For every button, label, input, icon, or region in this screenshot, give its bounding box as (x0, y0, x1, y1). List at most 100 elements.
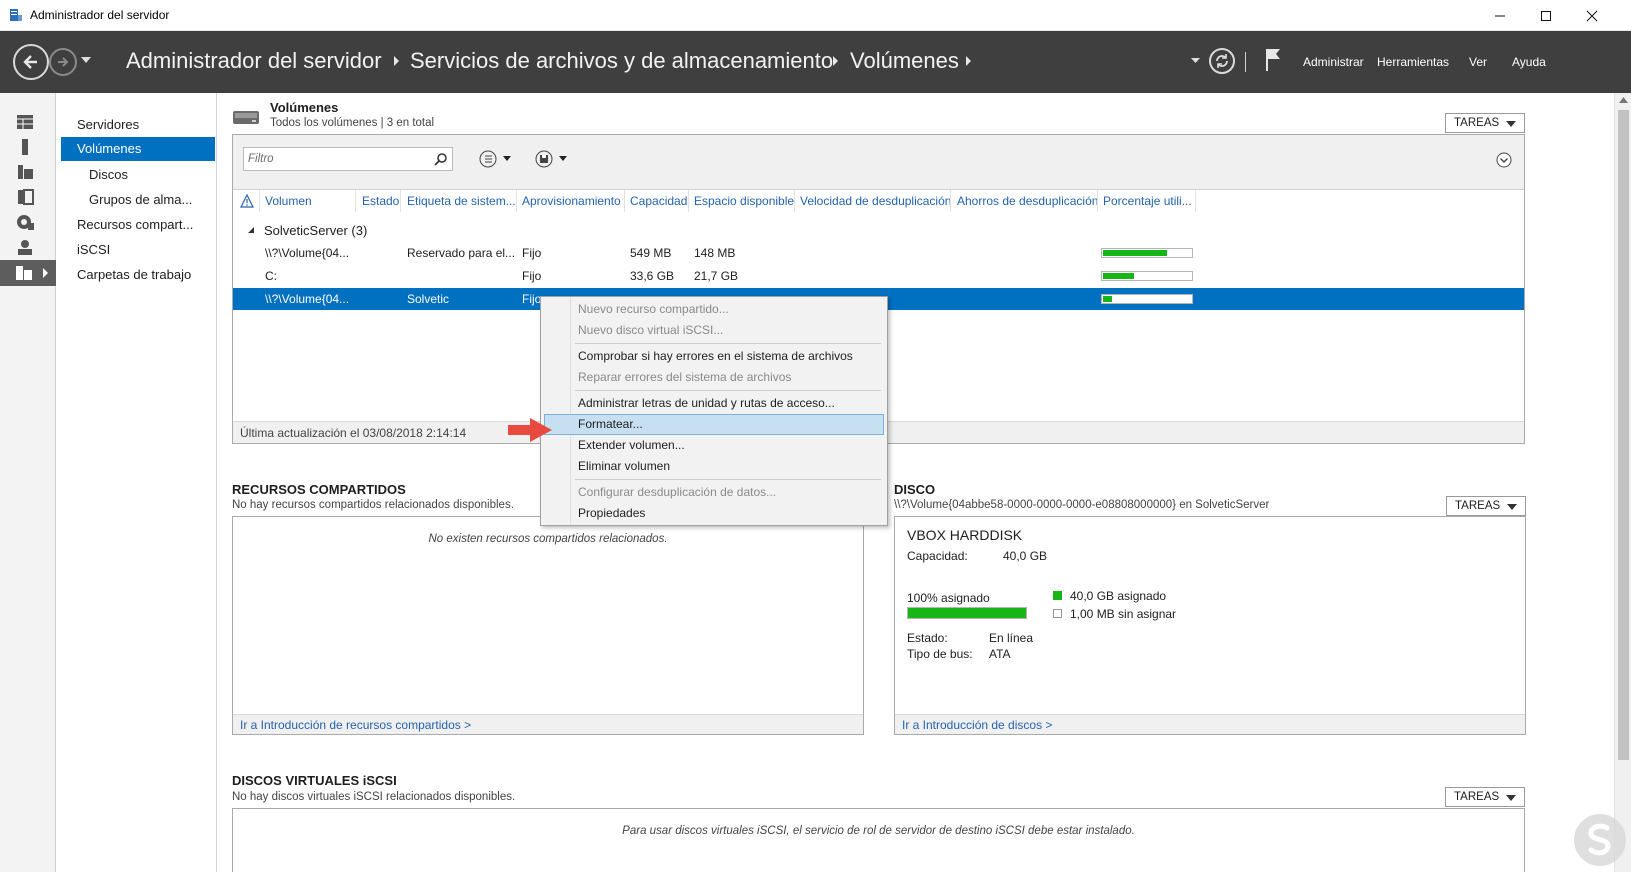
close-icon (1586, 10, 1598, 21)
file-services-icon[interactable] (14, 188, 36, 206)
row-volume: \\?\Volume{04... (265, 292, 350, 306)
menu-administrar[interactable]: Administrar (1303, 55, 1364, 69)
column-aprovisionamiento[interactable]: Aprovisionamiento (522, 194, 621, 208)
ctx-propiedades[interactable]: Propiedades (544, 503, 884, 524)
table-row[interactable]: C: Fijo 33,6 GB 21,7 GB (233, 265, 1524, 287)
volumes-title: Volúmenes (270, 100, 339, 115)
scroll-up-icon[interactable] (1619, 97, 1628, 103)
warning-column-icon[interactable] (240, 194, 254, 208)
ctx-extender-volumen[interactable]: Extender volumen... (544, 435, 884, 456)
storage-icon[interactable] (0, 260, 56, 286)
shares-panel: No existen recursos compartidos relacion… (232, 516, 864, 735)
column-porcentaje-utilizado[interactable]: Porcentaje utili... (1103, 194, 1192, 208)
usage-bar (1101, 248, 1193, 258)
close-button[interactable] (1569, 0, 1615, 31)
disk-capacity-label: Capacidad: (907, 549, 968, 563)
solvetic-logo (1572, 812, 1628, 868)
ctx-nuevo-recurso-compartido[interactable]: Nuevo recurso compartido... (544, 299, 884, 320)
row-capacity: 549 MB (630, 246, 672, 260)
nav-servidores[interactable]: Servidores (57, 113, 215, 137)
menu-ayuda[interactable]: Ayuda (1512, 55, 1546, 69)
row-free-space: 148 MB (694, 246, 736, 260)
collapse-group-icon[interactable] (247, 226, 255, 234)
menu-herramientas[interactable]: Herramientas (1377, 55, 1449, 69)
ctx-reparar-errores[interactable]: Reparar errores del sistema de archivos (544, 367, 884, 388)
breadcrumb-server-manager[interactable]: Administrador del servidor (126, 48, 382, 74)
filter-input[interactable]: Filtro (243, 147, 453, 171)
search-icon[interactable] (434, 152, 448, 166)
column-estado[interactable]: Estado (362, 194, 399, 208)
tasks-label: TAREAS (1454, 791, 1500, 803)
volumes-tasks-dropdown[interactable]: TAREAS (1445, 113, 1525, 133)
forward-arrow-icon (58, 57, 69, 67)
refresh-dropdown-icon[interactable] (1191, 58, 1200, 64)
dashboard-icon[interactable] (14, 113, 36, 131)
minimize-icon (1495, 15, 1505, 16)
navigation-panel: Servidores Volúmenes Discos Grupos de al… (57, 93, 217, 872)
minimize-button[interactable] (1477, 0, 1523, 31)
nav-discos[interactable]: Discos (57, 163, 215, 187)
breadcrumb-separator-icon (833, 56, 838, 66)
save-query-button[interactable] (535, 150, 575, 168)
column-velocidad-desduplicacion[interactable]: Velocidad de desduplicación (800, 194, 951, 208)
all-servers-icon[interactable] (14, 163, 36, 181)
usage-bar (1101, 294, 1193, 304)
back-arrow-icon (23, 55, 37, 69)
back-button[interactable] (13, 44, 49, 80)
nav-iscsi[interactable]: iSCSI (57, 238, 215, 262)
scrollbar-thumb[interactable] (1618, 110, 1629, 760)
local-server-icon[interactable] (14, 138, 36, 156)
shares-footer: Ir a Introducción de recursos compartido… (233, 714, 863, 734)
column-volumen[interactable]: Volumen (265, 194, 312, 208)
view-options-button[interactable] (479, 150, 519, 168)
table-row[interactable]: \\?\Volume{04... Reservado para el... Fi… (233, 242, 1524, 264)
tasks-label: TAREAS (1454, 117, 1500, 129)
ctx-nuevo-disco-virtual-iscsi[interactable]: Nuevo disco virtual iSCSI... (544, 320, 884, 341)
forward-button[interactable] (49, 48, 77, 76)
disk-intro-link[interactable]: Ir a Introducción de discos > (902, 718, 1052, 732)
roles-icon[interactable] (14, 238, 36, 256)
nav-recursos-compartidos[interactable]: Recursos compart... (57, 213, 215, 237)
disk-name: VBOX HARDDISK (907, 527, 1023, 543)
shares-intro-link[interactable]: Ir a Introducción de recursos compartido… (240, 718, 471, 732)
maximize-button[interactable] (1523, 0, 1569, 31)
ctx-administrar-letras[interactable]: Administrar letras de unidad y rutas de … (544, 393, 884, 414)
breadcrumb-volumes[interactable]: Volúmenes (850, 48, 959, 74)
ctx-eliminar-volumen[interactable]: Eliminar volumen (544, 456, 884, 477)
column-divider (516, 190, 517, 212)
breadcrumb-file-services[interactable]: Servicios de archivos y de almacenamient… (410, 48, 833, 74)
vertical-scrollbar[interactable] (1614, 93, 1631, 872)
expand-collapse-icon[interactable] (1496, 152, 1512, 168)
disk-tasks-dropdown[interactable]: TAREAS (1446, 496, 1526, 516)
row-provisioning: Fijo (522, 292, 542, 306)
nav-volumenes[interactable]: Volúmenes (61, 137, 215, 161)
column-ahorros-desduplicacion[interactable]: Ahorros de desduplicación (957, 194, 1098, 208)
group-header[interactable]: SolveticServer (3) (264, 223, 367, 238)
ctx-formatear[interactable]: Formatear... (544, 414, 884, 435)
notifications-flag-icon[interactable] (1265, 47, 1283, 73)
history-dropdown-icon[interactable] (81, 57, 91, 65)
nav-carpetas-trabajo[interactable]: Carpetas de trabajo (57, 263, 215, 287)
shares-title: RECURSOS COMPARTIDOS (232, 482, 406, 497)
shares-empty-text: No existen recursos compartidos relacion… (428, 533, 668, 545)
title-bar: Administrador del servidor (0, 0, 1631, 31)
solvetic-logo-icon (1574, 814, 1626, 866)
row-label: Reservado para el... (407, 246, 516, 260)
disk-allocated-label: 100% asignado (907, 591, 990, 605)
iis-icon[interactable] (14, 213, 36, 231)
iscsi-tasks-dropdown[interactable]: TAREAS (1445, 787, 1525, 807)
menu-ver[interactable]: Ver (1469, 55, 1487, 69)
disk-subtitle: \\?\Volume{04abbe58-0000-0000-0000-e0880… (894, 499, 1270, 511)
column-etiqueta[interactable]: Etiqueta de sistem... (407, 194, 516, 208)
row-provisioning: Fijo (522, 269, 542, 283)
volumes-toolbar: Filtro (233, 135, 1524, 190)
disk-allocation-bar (907, 607, 1027, 619)
ctx-configurar-desduplicacion[interactable]: Configurar desduplicación de datos... (544, 482, 884, 503)
column-divider (1097, 190, 1098, 212)
column-capacidad[interactable]: Capacidad (630, 194, 687, 208)
nav-grupos-almacenamiento[interactable]: Grupos de alma... (57, 188, 215, 212)
column-espacio-disponible[interactable]: Espacio disponible (694, 194, 794, 208)
ctx-comprobar-errores[interactable]: Comprobar si hay errores en el sistema d… (544, 346, 884, 367)
column-divider (688, 190, 689, 212)
refresh-button[interactable] (1209, 48, 1235, 74)
